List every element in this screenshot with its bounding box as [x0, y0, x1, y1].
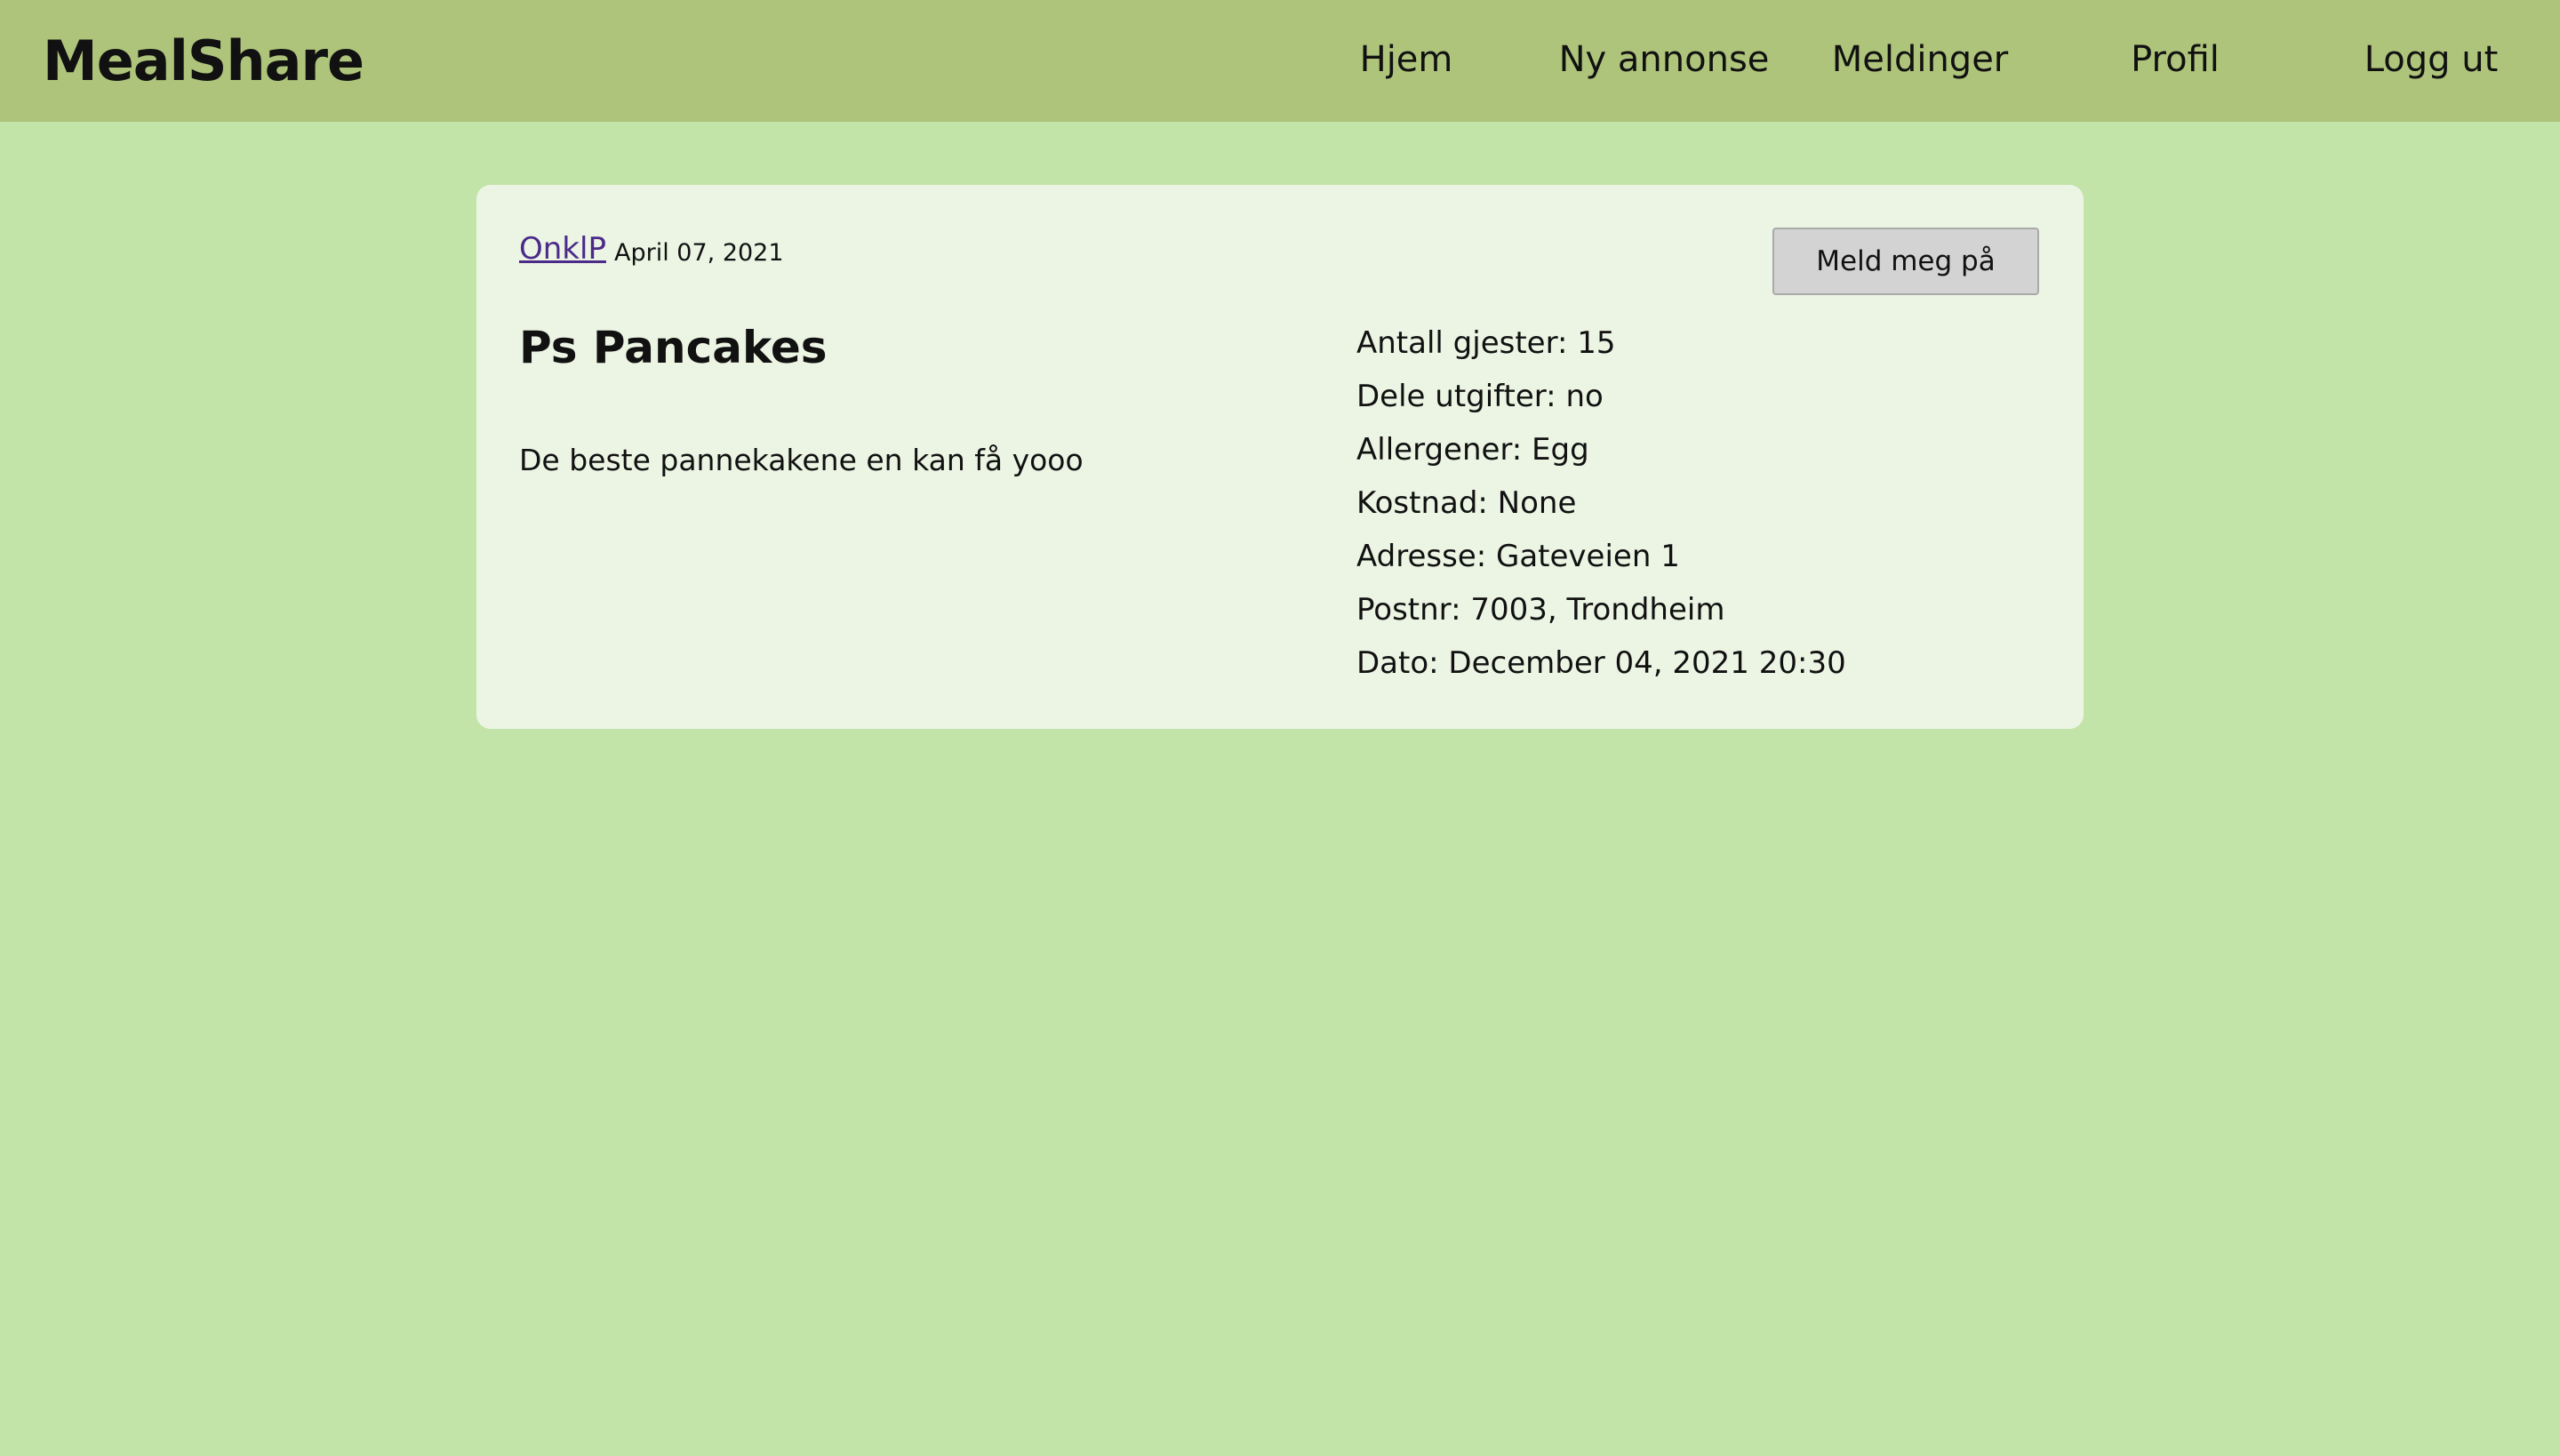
post-card: OnklP April 07, 2021 Meld meg på Ps Panc… [476, 185, 2084, 729]
navbar: MealShare Hjem Ny annonse Meldinger Prof… [0, 0, 2560, 122]
detail-address: Adresse: Gateveien 1 [1356, 539, 1680, 574]
post-title: Ps Pancakes [519, 322, 828, 373]
detail-guest-count: Antall gjester: 15 [1356, 325, 1616, 361]
post-date: April 07, 2021 [614, 239, 784, 267]
post-details: Antall gjester: 15 Dele utgifter: no All… [1356, 316, 1846, 690]
detail-share-costs: Dele utgifter: no [1356, 379, 1604, 414]
detail-allergens: Allergener: Egg [1356, 432, 1589, 468]
nav-link-hjem[interactable]: Hjem [1326, 0, 1486, 122]
detail-date: Dato: December 04, 2021 20:30 [1356, 645, 1846, 681]
nav-link-meldinger[interactable]: Meldinger [1813, 0, 2027, 122]
author-link[interactable]: OnklP [519, 231, 606, 267]
brand-logo[interactable]: MealShare [43, 0, 364, 122]
nav-link-profil[interactable]: Profil [2100, 0, 2251, 122]
join-button[interactable]: Meld meg på [1772, 228, 2039, 295]
post-description: De beste pannekakene en kan få yooo [519, 443, 1084, 477]
nav-link-ny-annonse[interactable]: Ny annonse [1538, 0, 1790, 122]
detail-postcode: Postnr: 7003, Trondheim [1356, 592, 1725, 628]
detail-cost: Kostnad: None [1356, 485, 1577, 521]
nav-link-logg-ut[interactable]: Logg ut [2347, 0, 2516, 122]
